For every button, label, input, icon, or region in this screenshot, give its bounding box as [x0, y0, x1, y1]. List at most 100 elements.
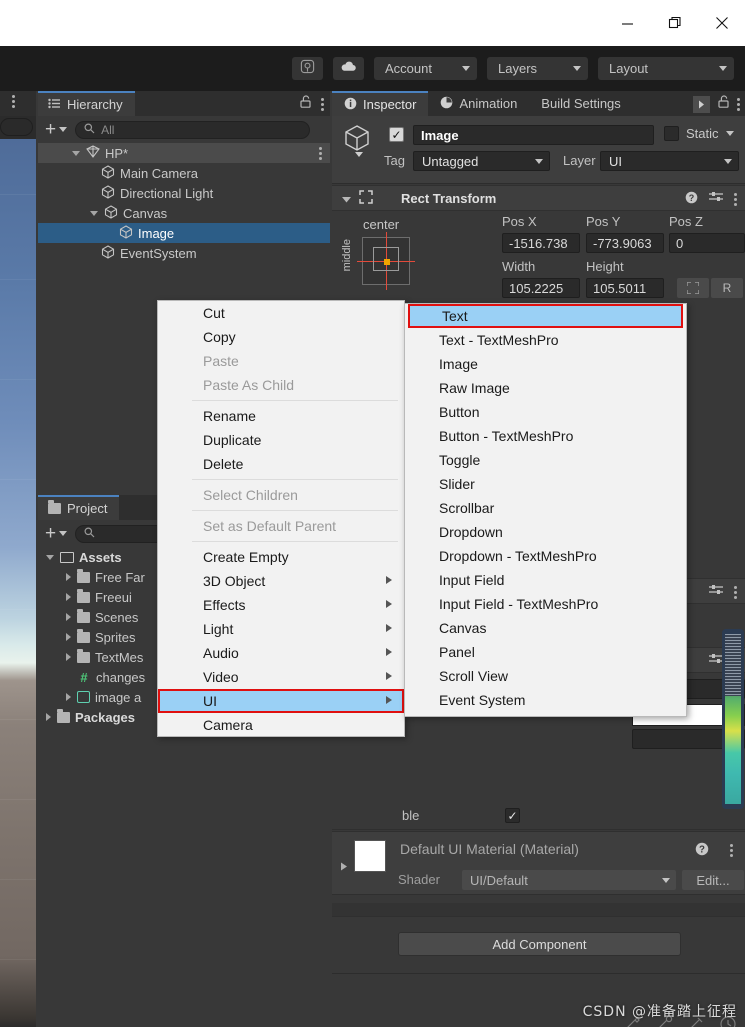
- menu-item-create-empty[interactable]: Create Empty: [158, 545, 404, 569]
- hierarchy-kebab-icon[interactable]: [321, 97, 324, 111]
- static-toggle[interactable]: Static: [664, 126, 734, 141]
- hierarchy-item-directional-light[interactable]: Directional Light: [38, 183, 330, 203]
- hierarchy-item-eventsystem[interactable]: EventSystem: [38, 243, 330, 263]
- layout-dropdown[interactable]: Layout: [598, 57, 734, 80]
- hierarchy-item-canvas[interactable]: Canvas: [38, 203, 330, 223]
- tab-build-settings[interactable]: Build Settings: [529, 91, 621, 116]
- layer-dropdown[interactable]: UI: [600, 151, 739, 171]
- chevron-right-icon[interactable]: [46, 713, 51, 721]
- pos-y-input[interactable]: -773.9063: [586, 233, 664, 253]
- submenu-item-panel[interactable]: Panel: [405, 640, 686, 664]
- menu-item-camera[interactable]: Camera: [158, 713, 404, 737]
- chevron-right-icon[interactable]: [66, 653, 71, 661]
- cloud-button[interactable]: [333, 57, 364, 80]
- chevron-right-icon[interactable]: [66, 593, 71, 601]
- shader-edit-button[interactable]: Edit...: [682, 870, 744, 890]
- menu-item-rename[interactable]: Rename: [158, 404, 404, 428]
- maximize-button[interactable]: [651, 0, 698, 46]
- gameobject-enabled-checkbox[interactable]: ✓: [389, 127, 404, 142]
- collab-button[interactable]: [292, 57, 323, 80]
- submenu-item-text[interactable]: Text: [408, 304, 683, 328]
- chevron-right-icon[interactable]: [66, 693, 71, 701]
- submenu-item-image[interactable]: Image: [405, 352, 686, 376]
- menu-item-video[interactable]: Video: [158, 665, 404, 689]
- chevron-down-icon[interactable]: [46, 554, 54, 560]
- help-icon[interactable]: ?: [685, 191, 698, 207]
- material-preview-swatch[interactable]: [354, 840, 386, 872]
- project-add-button[interactable]: +: [45, 524, 68, 543]
- menu-item-duplicate[interactable]: Duplicate: [158, 428, 404, 452]
- tab-hierarchy[interactable]: Hierarchy: [38, 91, 135, 116]
- tab-project[interactable]: Project: [38, 495, 120, 520]
- scene-kebab-icon[interactable]: [319, 147, 322, 160]
- ui-submenu[interactable]: Text Text - TextMeshPro Image Raw Image Butt…: [404, 303, 687, 717]
- chevron-down-icon[interactable]: [72, 150, 80, 156]
- preset-icon[interactable]: [709, 653, 723, 669]
- rect-transform-kebab-icon[interactable]: [734, 192, 737, 206]
- submenu-item-input-field[interactable]: Input Field: [405, 568, 686, 592]
- pos-z-input[interactable]: 0: [669, 233, 745, 253]
- width-input[interactable]: 105.2225: [502, 278, 580, 298]
- submenu-item-scrollbar[interactable]: Scrollbar: [405, 496, 686, 520]
- submenu-item-slider[interactable]: Slider: [405, 472, 686, 496]
- inspector-kebab-icon[interactable]: [737, 97, 740, 111]
- submenu-item-button[interactable]: Button: [405, 400, 686, 424]
- submenu-item-dropdown[interactable]: Dropdown: [405, 520, 686, 544]
- component-a-kebab-icon[interactable]: [734, 585, 737, 599]
- chevron-right-icon[interactable]: [66, 573, 71, 581]
- scene-view-search-input[interactable]: [0, 118, 33, 136]
- tag-dropdown[interactable]: Untagged: [413, 151, 550, 171]
- add-component-button[interactable]: Add Component: [398, 932, 681, 956]
- lock-open-icon[interactable]: [300, 95, 311, 113]
- hierarchy-search-input[interactable]: All: [75, 120, 311, 139]
- raw-edit-button[interactable]: R: [711, 278, 743, 298]
- color-picker-strip[interactable]: [722, 629, 744, 809]
- hierarchy-item-hp[interactable]: HP*: [38, 143, 330, 163]
- gameobject-name-input[interactable]: Image: [413, 125, 654, 145]
- submenu-item-text-textmeshpro[interactable]: Text - TextMeshPro: [405, 328, 686, 352]
- preset-icon[interactable]: [709, 584, 723, 600]
- help-icon[interactable]: ?: [695, 842, 709, 861]
- submenu-item-event-system[interactable]: Event System: [405, 688, 686, 712]
- submenu-item-button-textmeshpro[interactable]: Button - TextMeshPro: [405, 424, 686, 448]
- shader-dropdown[interactable]: UI/Default: [462, 870, 676, 890]
- scene-view-viewport[interactable]: [0, 139, 36, 1027]
- close-button[interactable]: [698, 0, 745, 46]
- menu-item-3d-object[interactable]: 3D Object: [158, 569, 404, 593]
- tab-animation[interactable]: Animation: [428, 91, 529, 116]
- hierarchy-add-button[interactable]: +: [45, 120, 68, 139]
- submenu-item-scroll-view[interactable]: Scroll View: [405, 664, 686, 688]
- lock-open-icon[interactable]: [718, 95, 729, 113]
- hierarchy-item-image[interactable]: Image: [38, 223, 330, 243]
- preset-icon[interactable]: [709, 191, 723, 207]
- scene-view-panel[interactable]: [0, 91, 36, 1027]
- account-dropdown[interactable]: Account: [374, 57, 477, 80]
- submenu-item-toggle[interactable]: Toggle: [405, 448, 686, 472]
- tab-overflow-button[interactable]: [693, 95, 710, 113]
- minimize-button[interactable]: [604, 0, 651, 46]
- menu-item-audio[interactable]: Audio: [158, 641, 404, 665]
- chevron-right-icon[interactable]: [66, 613, 71, 621]
- submenu-item-input-field-textmeshpro[interactable]: Input Field - TextMeshPro: [405, 592, 686, 616]
- layers-dropdown[interactable]: Layers: [487, 57, 588, 80]
- menu-item-cut[interactable]: Cut: [158, 301, 404, 325]
- hierarchy-context-menu[interactable]: Cut Copy Paste Paste As Child Rename Duplicat…: [157, 300, 405, 737]
- submenu-item-dropdown-textmeshpro[interactable]: Dropdown - TextMeshPro: [405, 544, 686, 568]
- height-input[interactable]: 105.5011: [586, 278, 664, 298]
- menu-item-delete[interactable]: Delete: [158, 452, 404, 476]
- pos-x-input[interactable]: -1516.738: [502, 233, 580, 253]
- static-checkbox[interactable]: [664, 126, 679, 141]
- scene-view-kebab-icon[interactable]: [12, 95, 15, 108]
- material-foldout-arrow[interactable]: [340, 858, 348, 876]
- chevron-right-icon[interactable]: [66, 633, 71, 641]
- menu-item-copy[interactable]: Copy: [158, 325, 404, 349]
- material-kebab-icon[interactable]: [730, 844, 733, 857]
- rect-transform-header[interactable]: Rect Transform ?: [332, 185, 745, 211]
- tab-inspector[interactable]: Inspector: [332, 91, 429, 116]
- anchor-preset-button[interactable]: [357, 232, 415, 290]
- blueprint-mode-button[interactable]: [677, 278, 709, 298]
- hierarchy-item-main-camera[interactable]: Main Camera: [38, 163, 330, 183]
- submenu-item-canvas[interactable]: Canvas: [405, 616, 686, 640]
- chevron-down-icon[interactable]: [342, 191, 351, 206]
- menu-item-ui[interactable]: UI: [158, 689, 404, 713]
